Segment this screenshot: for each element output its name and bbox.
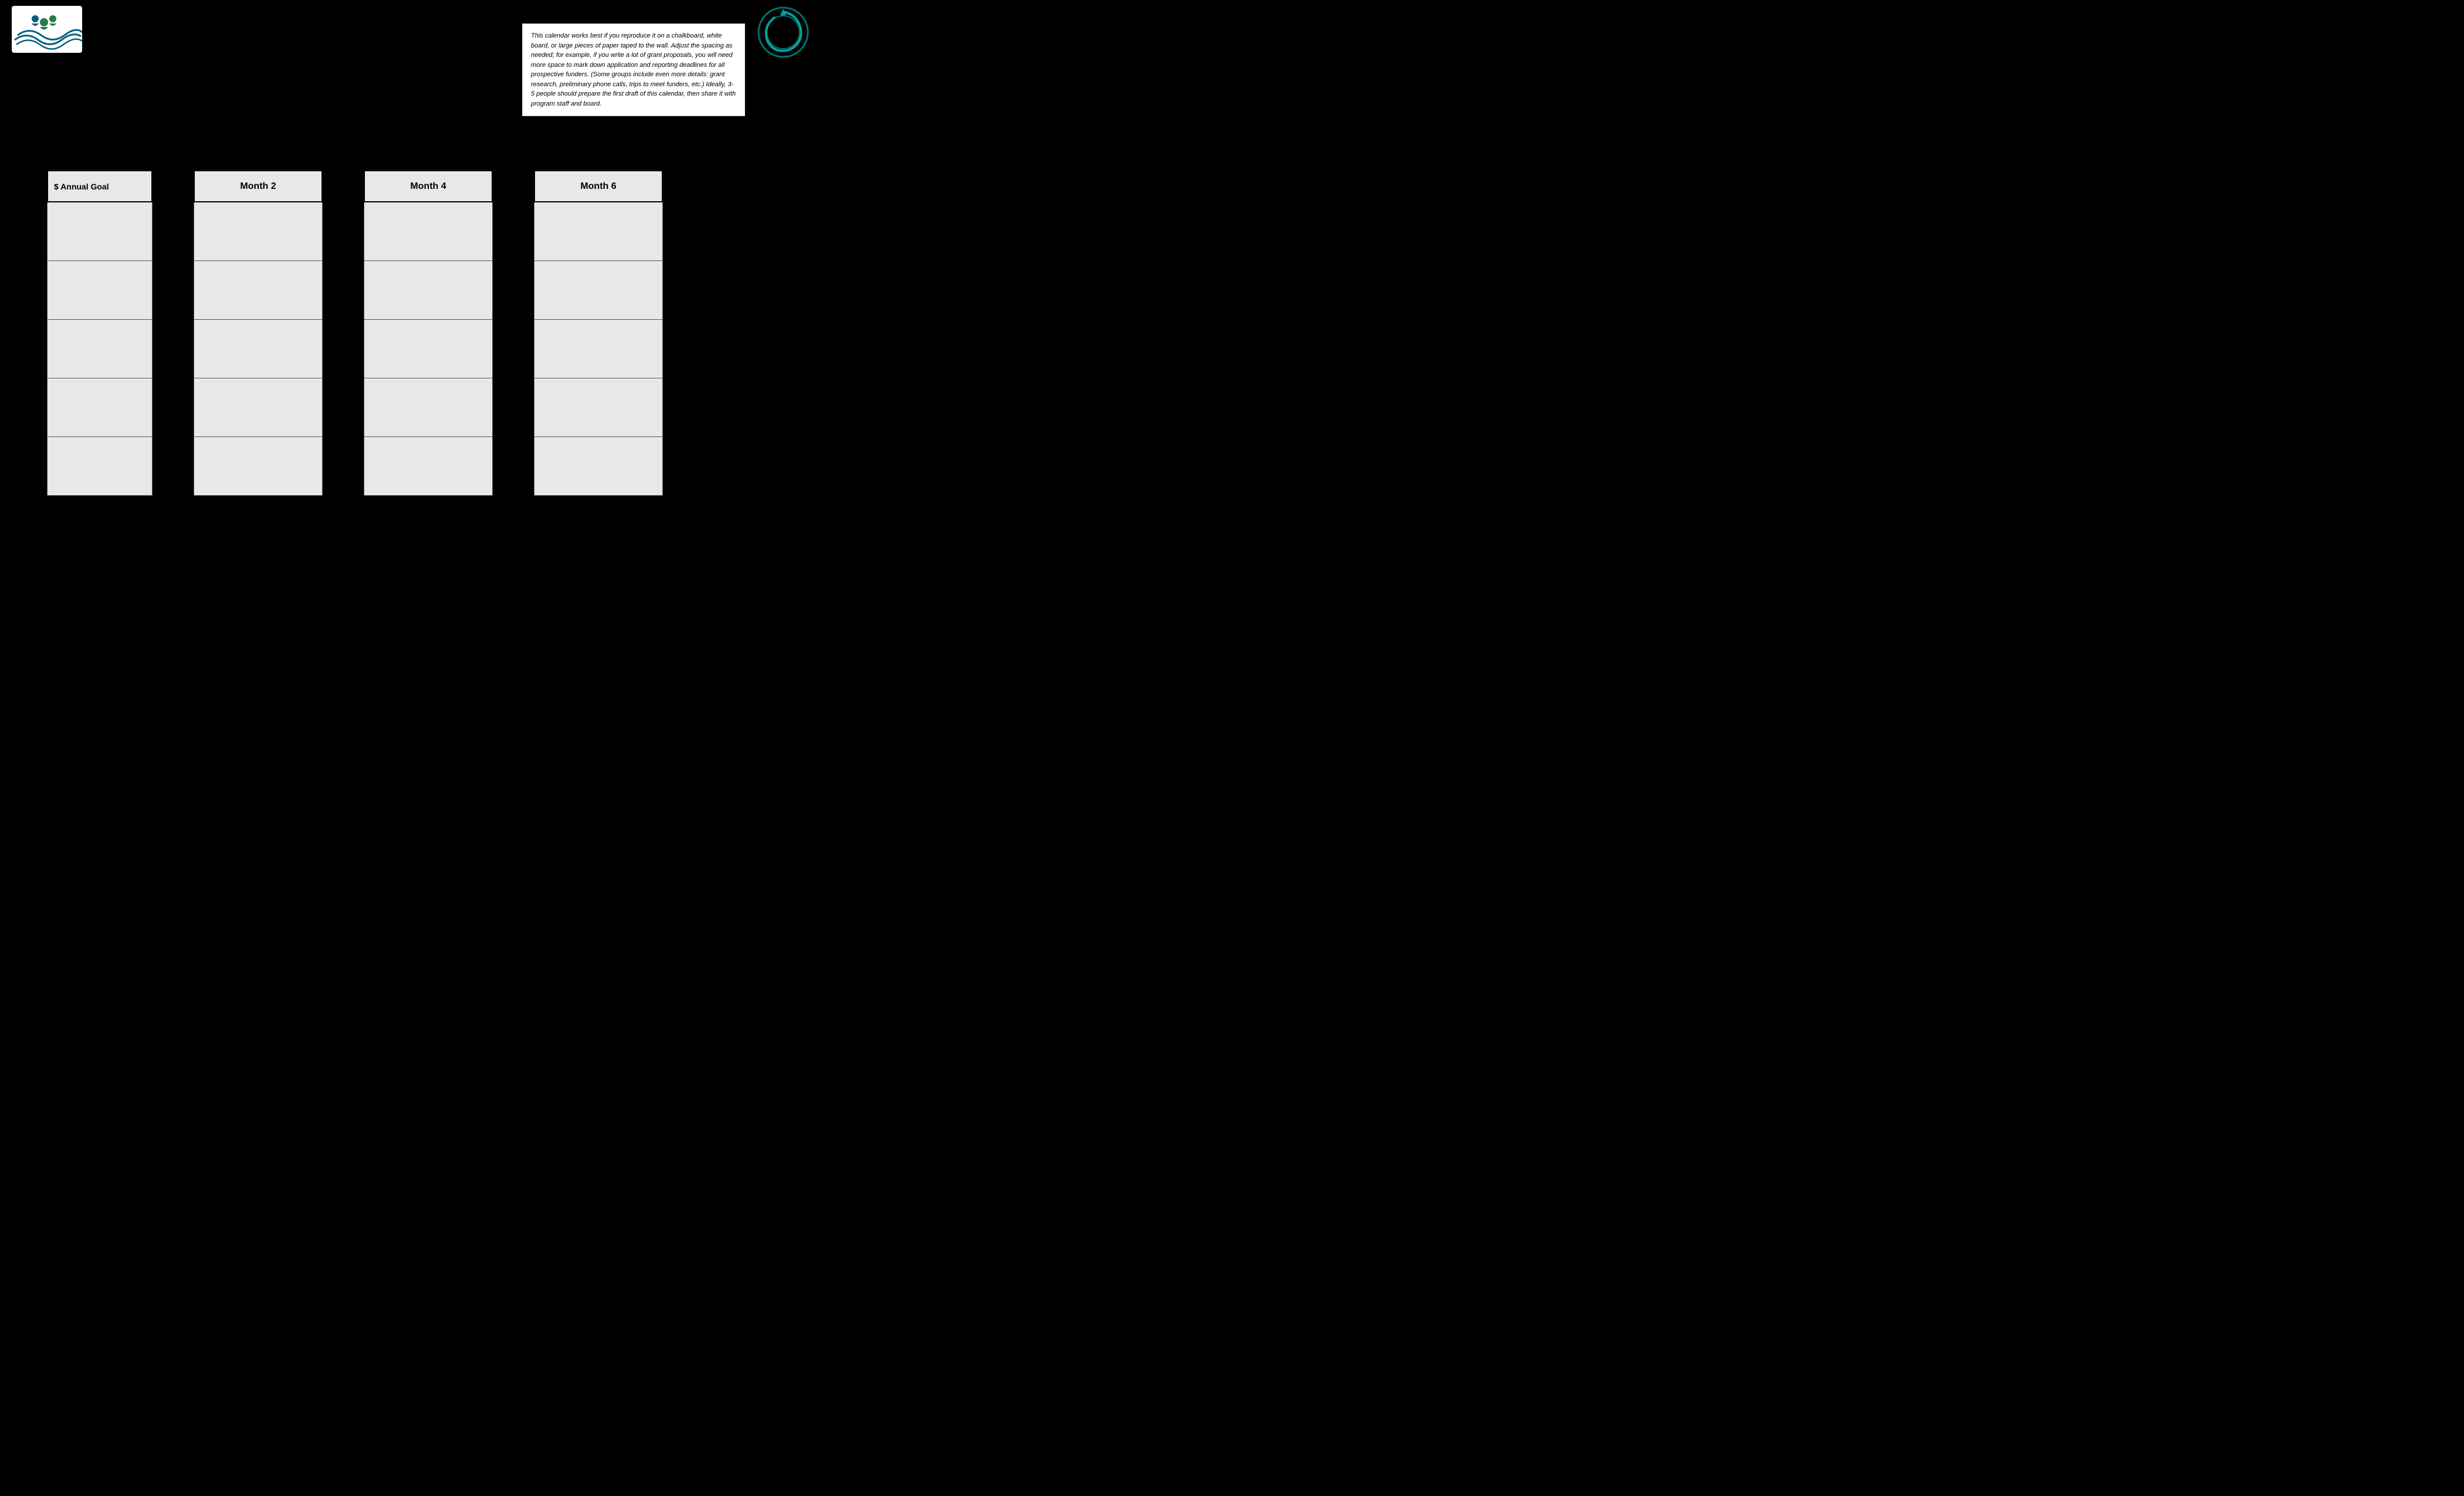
- info-box: This calendar works best if you reproduc…: [522, 23, 745, 116]
- column-annual: $ Annual Goal: [47, 170, 153, 496]
- col-cell-month4-4: [364, 378, 493, 437]
- col-cell-month6-2: [534, 261, 663, 320]
- col-cell-month2-3: [194, 320, 323, 378]
- logo-right: [757, 6, 810, 59]
- col-cell-annual-1: [47, 202, 153, 261]
- col-cell-month2-1: [194, 202, 323, 261]
- col-cell-month6-5: [534, 437, 663, 496]
- col-cell-month2-4: [194, 378, 323, 437]
- col-header-month6: Month 6: [534, 170, 663, 202]
- logo-left: [12, 6, 82, 53]
- col-cell-month6-3: [534, 320, 663, 378]
- col-cell-month4-3: [364, 320, 493, 378]
- column-month6: Month 6: [534, 170, 663, 496]
- col-cell-month4-1: [364, 202, 493, 261]
- col-cell-annual-2: [47, 261, 153, 320]
- col-cell-month2-5: [194, 437, 323, 496]
- col-cell-month2-2: [194, 261, 323, 320]
- col-cell-month4-5: [364, 437, 493, 496]
- col-cell-month6-4: [534, 378, 663, 437]
- col-header-month4: Month 4: [364, 170, 493, 202]
- col-cell-annual-5: [47, 437, 153, 496]
- col-header-annual: $ Annual Goal: [47, 170, 153, 202]
- col-cell-month4-2: [364, 261, 493, 320]
- info-text: This calendar works best if you reproduc…: [531, 32, 736, 107]
- col-cell-annual-3: [47, 320, 153, 378]
- column-month2: Month 2: [194, 170, 323, 496]
- col-header-month2: Month 2: [194, 170, 323, 202]
- column-month4: Month 4: [364, 170, 493, 496]
- col-cell-month6-1: [534, 202, 663, 261]
- col-cell-annual-4: [47, 378, 153, 437]
- main-grid: $ Annual Goal Month 2 Month 4 Month 6: [47, 170, 804, 496]
